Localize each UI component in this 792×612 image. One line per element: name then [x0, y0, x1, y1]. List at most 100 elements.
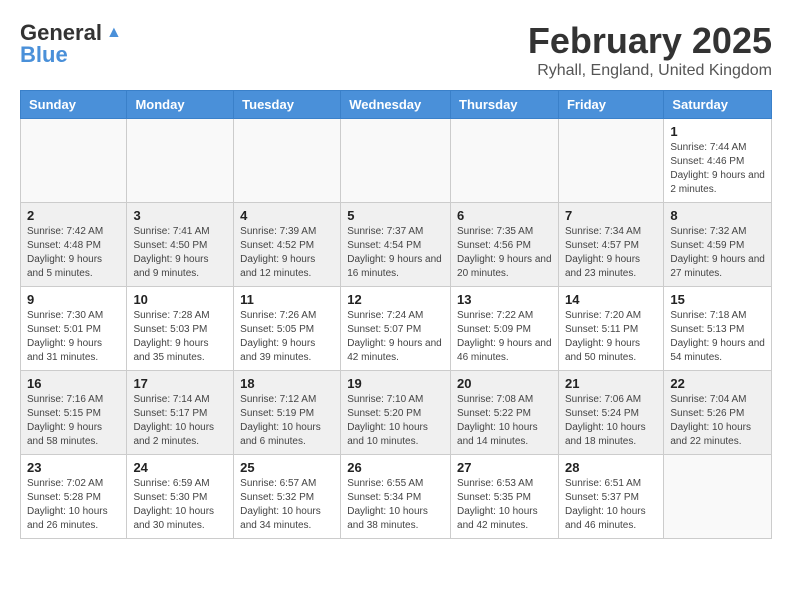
- day-info: Sunrise: 7:10 AM Sunset: 5:20 PM Dayligh…: [347, 393, 444, 449]
- calendar-day-cell: 11 Sunrise: 7:26 AM Sunset: 5:05 PM Dayli…: [234, 287, 341, 371]
- calendar-day-cell: 23 Sunrise: 7:02 AM Sunset: 5:28 PM Dayli…: [21, 455, 127, 539]
- calendar-day-cell: 20 Sunrise: 7:08 AM Sunset: 5:22 PM Dayli…: [451, 371, 559, 455]
- day-number: 17: [133, 376, 227, 391]
- day-number: 18: [240, 376, 334, 391]
- calendar-week-row: 2Sunrise: 7:42 AM Sunset: 4:48 PM Daylig…: [21, 203, 772, 287]
- day-number: 12: [347, 292, 444, 307]
- calendar-day-cell: 6 Sunrise: 7:35 AM Sunset: 4:56 PM Daylig…: [451, 203, 559, 287]
- calendar-day-cell: [558, 119, 663, 203]
- day-info: Sunrise: 7:18 AM Sunset: 5:13 PM Dayligh…: [670, 309, 765, 365]
- calendar-day-cell: [664, 455, 772, 539]
- day-number: 25: [240, 460, 334, 475]
- day-number: 3: [133, 208, 227, 223]
- day-info: Sunrise: 7:28 AM Sunset: 5:03 PM Dayligh…: [133, 309, 227, 365]
- calendar-day-cell: 9 Sunrise: 7:30 AM Sunset: 5:01 PM Daylig…: [21, 287, 127, 371]
- day-info: Sunrise: 7:26 AM Sunset: 5:05 PM Dayligh…: [240, 309, 334, 365]
- calendar-week-row: 16 Sunrise: 7:16 AM Sunset: 5:15 PM Dayli…: [21, 371, 772, 455]
- title-section: February 2025 Ryhall, England, United Ki…: [528, 20, 772, 80]
- day-info: Sunrise: 6:57 AM Sunset: 5:32 PM Dayligh…: [240, 477, 334, 533]
- calendar-day-cell: 13Sunrise: 7:22 AM Sunset: 5:09 PM Dayli…: [451, 287, 559, 371]
- column-header-thursday: Thursday: [451, 91, 559, 119]
- day-number: 10: [133, 292, 227, 307]
- column-header-wednesday: Wednesday: [341, 91, 451, 119]
- calendar-day-cell: 2Sunrise: 7:42 AM Sunset: 4:48 PM Daylig…: [21, 203, 127, 287]
- calendar-day-cell: [127, 119, 234, 203]
- day-info: Sunrise: 7:08 AM Sunset: 5:22 PM Dayligh…: [457, 393, 552, 449]
- calendar-day-cell: 15 Sunrise: 7:18 AM Sunset: 5:13 PM Dayli…: [664, 287, 772, 371]
- logo: General ▲ Blue: [20, 20, 122, 68]
- day-info: Sunrise: 7:02 AM Sunset: 5:28 PM Dayligh…: [27, 477, 120, 533]
- day-info: Sunrise: 7:44 AM Sunset: 4:46 PM Dayligh…: [670, 141, 765, 197]
- day-number: 16: [27, 376, 120, 391]
- day-number: 21: [565, 376, 657, 391]
- day-info: Sunrise: 6:59 AM Sunset: 5:30 PM Dayligh…: [133, 477, 227, 533]
- calendar-title: February 2025: [528, 20, 772, 62]
- calendar-week-row: 9 Sunrise: 7:30 AM Sunset: 5:01 PM Daylig…: [21, 287, 772, 371]
- calendar-day-cell: 26Sunrise: 6:55 AM Sunset: 5:34 PM Dayli…: [341, 455, 451, 539]
- day-info: Sunrise: 7:34 AM Sunset: 4:57 PM Dayligh…: [565, 225, 657, 281]
- day-info: Sunrise: 7:12 AM Sunset: 5:19 PM Dayligh…: [240, 393, 334, 449]
- day-info: Sunrise: 7:39 AM Sunset: 4:52 PM Dayligh…: [240, 225, 334, 281]
- calendar-day-cell: 4Sunrise: 7:39 AM Sunset: 4:52 PM Daylig…: [234, 203, 341, 287]
- day-info: Sunrise: 7:04 AM Sunset: 5:26 PM Dayligh…: [670, 393, 765, 449]
- day-number: 20: [457, 376, 552, 391]
- calendar-day-cell: 21 Sunrise: 7:06 AM Sunset: 5:24 PM Dayli…: [558, 371, 663, 455]
- logo-bird-icon: ▲: [106, 24, 122, 42]
- calendar-day-cell: 1Sunrise: 7:44 AM Sunset: 4:46 PM Daylig…: [664, 119, 772, 203]
- column-header-saturday: Saturday: [664, 91, 772, 119]
- day-info: Sunrise: 7:16 AM Sunset: 5:15 PM Dayligh…: [27, 393, 120, 449]
- column-header-friday: Friday: [558, 91, 663, 119]
- day-number: 14: [565, 292, 657, 307]
- page-header: General ▲ Blue February 2025 Ryhall, Eng…: [20, 20, 772, 80]
- calendar-day-cell: 3 Sunrise: 7:41 AM Sunset: 4:50 PM Daylig…: [127, 203, 234, 287]
- calendar-header-row: SundayMondayTuesdayWednesdayThursdayFrid…: [21, 91, 772, 119]
- day-info: Sunrise: 7:37 AM Sunset: 4:54 PM Dayligh…: [347, 225, 444, 281]
- day-number: 26: [347, 460, 444, 475]
- day-number: 22: [670, 376, 765, 391]
- calendar-day-cell: 19Sunrise: 7:10 AM Sunset: 5:20 PM Dayli…: [341, 371, 451, 455]
- calendar-day-cell: 25 Sunrise: 6:57 AM Sunset: 5:32 PM Dayli…: [234, 455, 341, 539]
- column-header-sunday: Sunday: [21, 91, 127, 119]
- calendar-day-cell: 27Sunrise: 6:53 AM Sunset: 5:35 PM Dayli…: [451, 455, 559, 539]
- day-info: Sunrise: 7:14 AM Sunset: 5:17 PM Dayligh…: [133, 393, 227, 449]
- day-number: 7: [565, 208, 657, 223]
- day-number: 11: [240, 292, 334, 307]
- calendar-week-row: 1Sunrise: 7:44 AM Sunset: 4:46 PM Daylig…: [21, 119, 772, 203]
- day-info: Sunrise: 7:41 AM Sunset: 4:50 PM Dayligh…: [133, 225, 227, 281]
- day-number: 28: [565, 460, 657, 475]
- day-info: Sunrise: 7:32 AM Sunset: 4:59 PM Dayligh…: [670, 225, 765, 281]
- day-info: Sunrise: 7:20 AM Sunset: 5:11 PM Dayligh…: [565, 309, 657, 365]
- logo-blue: Blue: [20, 42, 68, 68]
- calendar-day-cell: 24 Sunrise: 6:59 AM Sunset: 5:30 PM Dayli…: [127, 455, 234, 539]
- calendar-day-cell: 17 Sunrise: 7:14 AM Sunset: 5:17 PM Dayli…: [127, 371, 234, 455]
- calendar-subtitle: Ryhall, England, United Kingdom: [528, 62, 772, 80]
- day-info: Sunrise: 6:51 AM Sunset: 5:37 PM Dayligh…: [565, 477, 657, 533]
- column-header-monday: Monday: [127, 91, 234, 119]
- calendar-day-cell: 10 Sunrise: 7:28 AM Sunset: 5:03 PM Dayli…: [127, 287, 234, 371]
- day-number: 23: [27, 460, 120, 475]
- calendar-day-cell: [341, 119, 451, 203]
- day-info: Sunrise: 7:30 AM Sunset: 5:01 PM Dayligh…: [27, 309, 120, 365]
- day-info: Sunrise: 7:35 AM Sunset: 4:56 PM Dayligh…: [457, 225, 552, 281]
- day-number: 5: [347, 208, 444, 223]
- day-number: 9: [27, 292, 120, 307]
- column-header-tuesday: Tuesday: [234, 91, 341, 119]
- day-info: Sunrise: 7:06 AM Sunset: 5:24 PM Dayligh…: [565, 393, 657, 449]
- calendar-day-cell: 8 Sunrise: 7:32 AM Sunset: 4:59 PM Daylig…: [664, 203, 772, 287]
- day-number: 6: [457, 208, 552, 223]
- day-number: 8: [670, 208, 765, 223]
- calendar-day-cell: 28 Sunrise: 6:51 AM Sunset: 5:37 PM Dayli…: [558, 455, 663, 539]
- calendar-day-cell: 14 Sunrise: 7:20 AM Sunset: 5:11 PM Dayli…: [558, 287, 663, 371]
- day-number: 27: [457, 460, 552, 475]
- calendar-week-row: 23 Sunrise: 7:02 AM Sunset: 5:28 PM Dayli…: [21, 455, 772, 539]
- calendar-day-cell: 18 Sunrise: 7:12 AM Sunset: 5:19 PM Dayli…: [234, 371, 341, 455]
- calendar-day-cell: [451, 119, 559, 203]
- calendar-day-cell: 5 Sunrise: 7:37 AM Sunset: 4:54 PM Daylig…: [341, 203, 451, 287]
- day-number: 15: [670, 292, 765, 307]
- day-number: 24: [133, 460, 227, 475]
- calendar-day-cell: [234, 119, 341, 203]
- day-info: Sunrise: 7:42 AM Sunset: 4:48 PM Dayligh…: [27, 225, 120, 281]
- calendar-day-cell: [21, 119, 127, 203]
- calendar-day-cell: 22 Sunrise: 7:04 AM Sunset: 5:26 PM Dayli…: [664, 371, 772, 455]
- day-number: 13: [457, 292, 552, 307]
